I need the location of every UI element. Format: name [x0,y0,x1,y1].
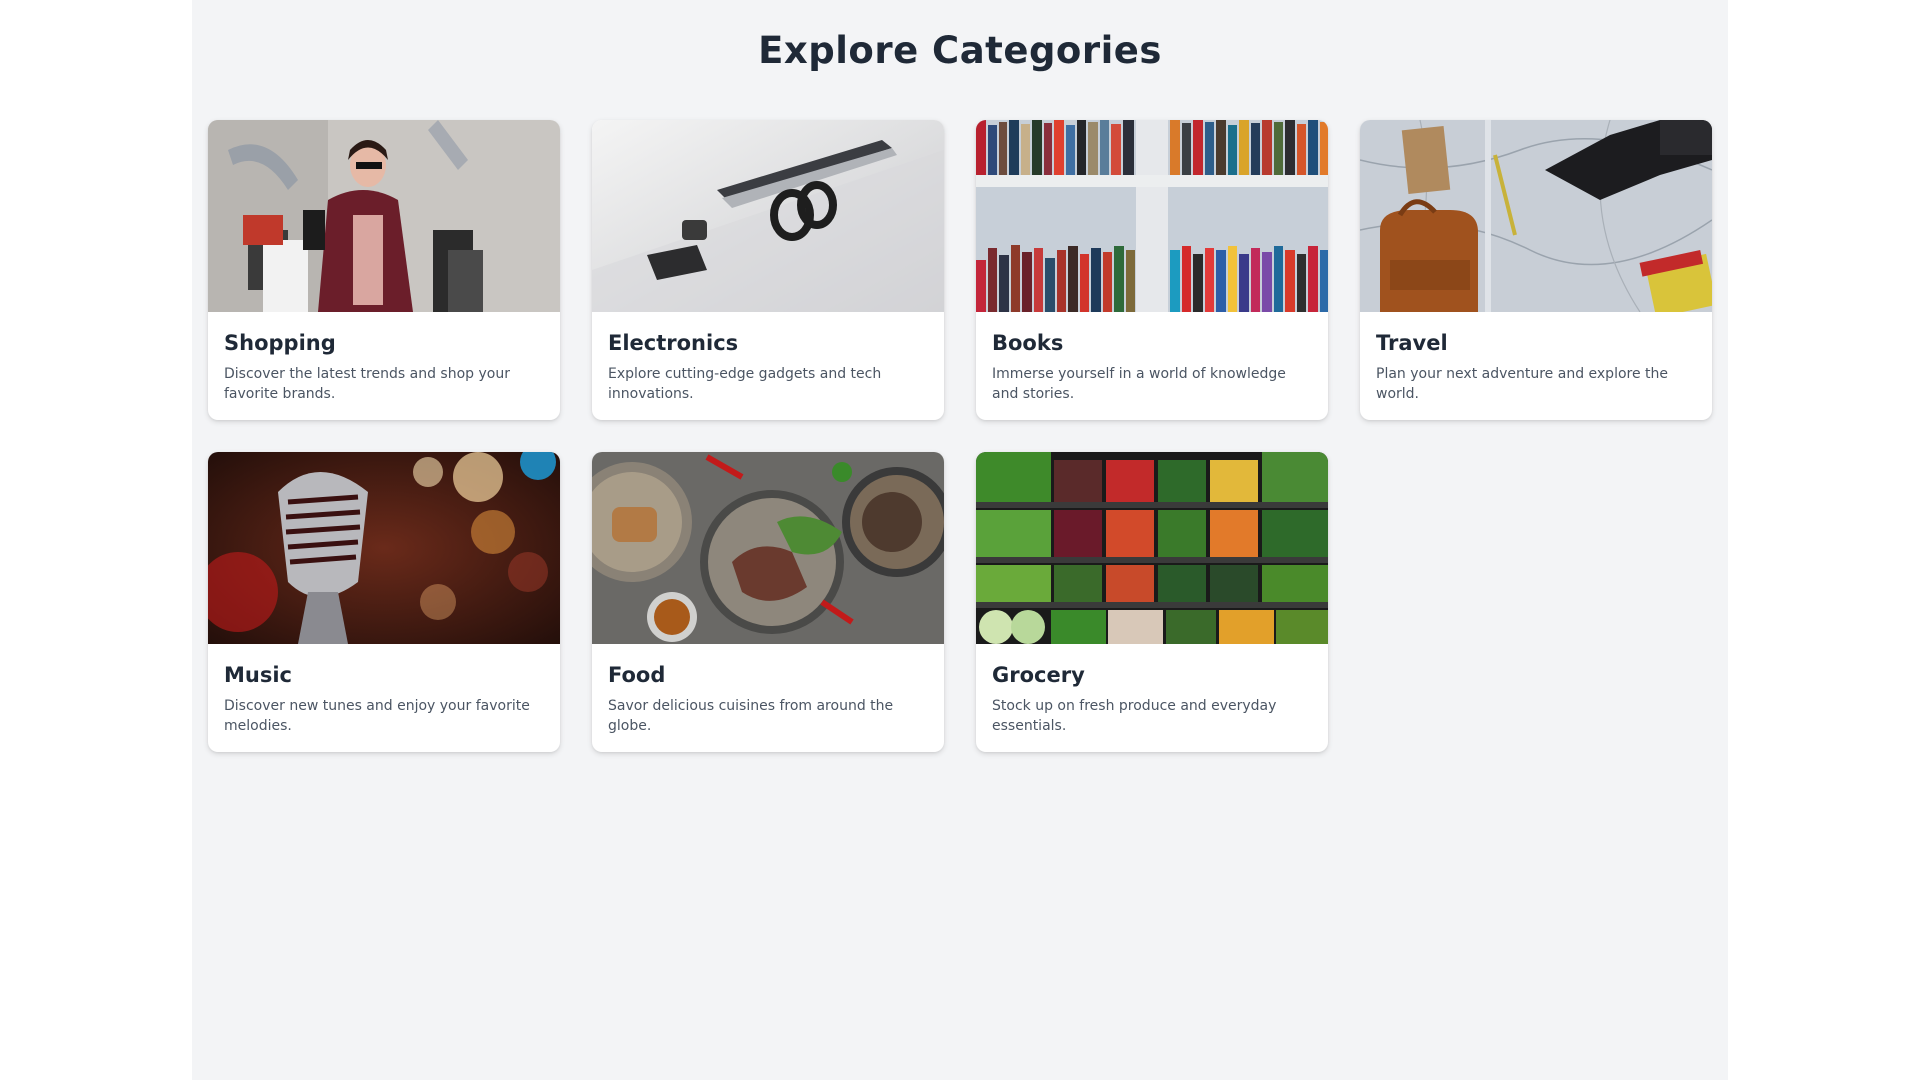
category-card-shopping[interactable]: Shopping Discover the latest trends and … [208,120,560,420]
card-description: Stock up on fresh produce and everyday e… [992,698,1277,734]
grocery-image [976,452,1328,644]
card-title: Travel [1376,331,1448,355]
card-description: Explore cutting-edge gadgets and tech in… [608,366,882,402]
card-title: Books [992,331,1064,355]
electronics-image [592,120,944,312]
page-container: Explore Categories Shopping Discover the… [192,0,1728,1080]
category-card-travel[interactable]: Travel Plan your next adventure and expl… [1360,120,1712,420]
category-grid: Shopping Discover the latest trends and … [208,120,1712,752]
card-title: Shopping [224,331,336,355]
category-card-food[interactable]: Food Savor delicious cuisines from aroun… [592,452,944,752]
music-image [208,452,560,644]
card-description: Discover new tunes and enjoy your favori… [224,698,530,734]
card-description: Plan your next adventure and explore the… [1376,366,1669,402]
card-title: Food [608,663,666,687]
category-card-electronics[interactable]: Electronics Explore cutting-edge gadgets… [592,120,944,420]
shopping-image [208,120,560,312]
card-title: Electronics [608,331,739,355]
travel-image [1360,120,1712,312]
category-card-music[interactable]: Music Discover new tunes and enjoy your … [208,452,560,752]
page-title: Explore Categories [758,29,1162,72]
card-description: Discover the latest trends and shop your… [224,366,510,402]
card-title: Music [224,663,292,687]
category-card-books[interactable]: Books Immerse yourself in a world of kno… [976,120,1328,420]
card-description: Immerse yourself in a world of knowledge… [992,366,1286,402]
card-title: Grocery [992,663,1085,687]
food-image [592,452,944,644]
card-description: Savor delicious cuisines from around the… [608,698,894,734]
category-card-grocery[interactable]: Grocery Stock up on fresh produce and ev… [976,452,1328,752]
books-image [976,120,1328,312]
